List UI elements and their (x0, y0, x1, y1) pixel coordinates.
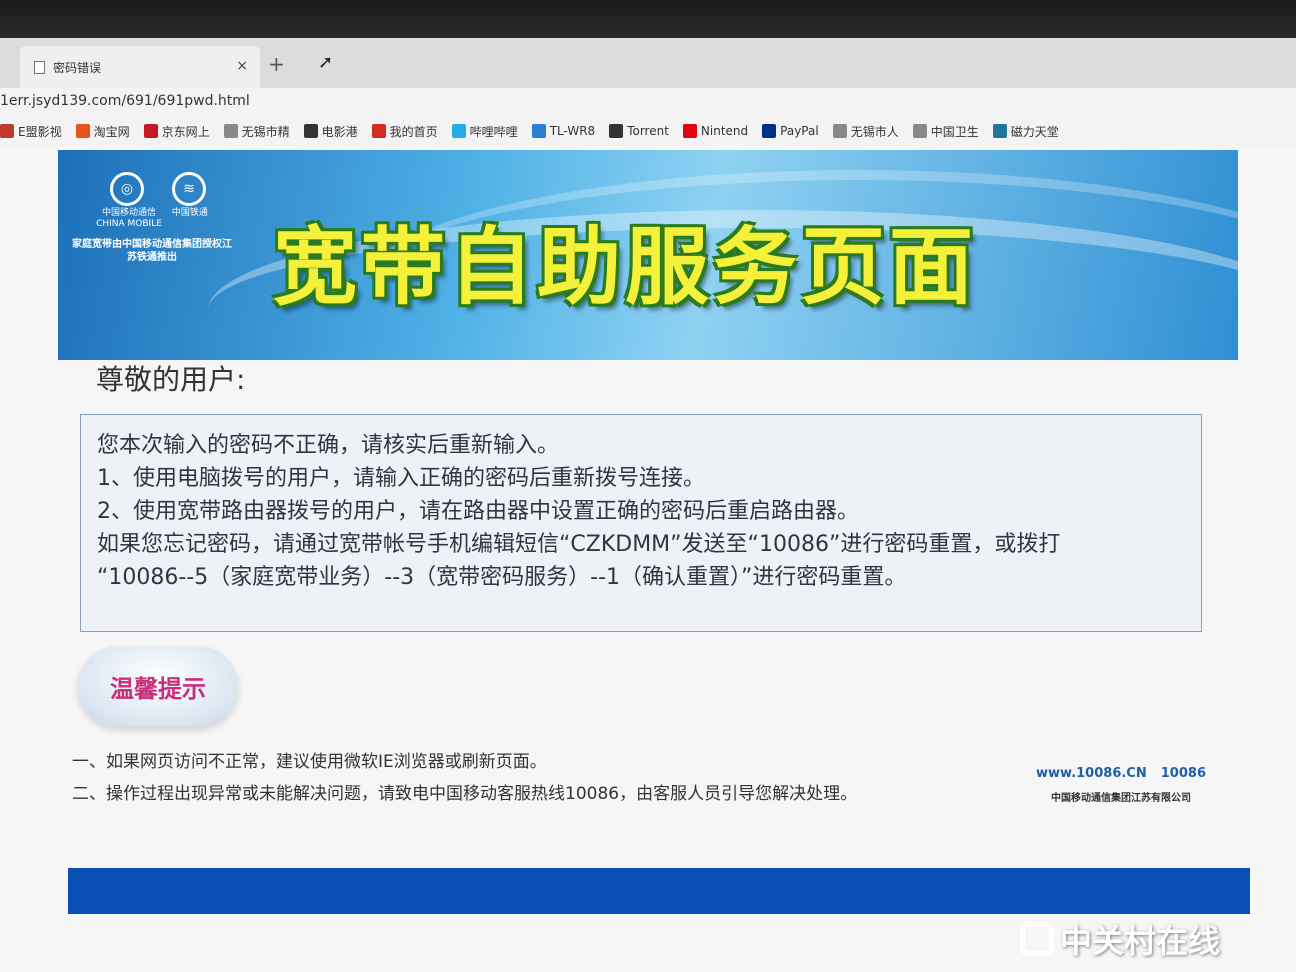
bookmark-label: 中国卫生 (930, 124, 979, 139)
logo-area: ◎ ≋ 中国移动通信 CHINA MOBILE 中国铁通 家庭宽带由中国移动通信… (72, 172, 232, 264)
address-bar[interactable]: 1err.jsyd139.com/691/691pwd.html (0, 88, 1296, 116)
tab-title: 密码错误 (53, 60, 102, 75)
movie-icon (303, 124, 318, 138)
bookmarks-bar: E盟影视 淘宝网 京东网上 无锡市精 电影港 我的首页 哔哩哔哩 TL-WR8 Torrent N… (0, 116, 1296, 146)
page-content: ◎ ≋ 中国移动通信 CHINA MOBILE 中国铁通 家庭宽带由中国移动通信… (0, 146, 1296, 972)
browser-tab[interactable]: 密码错误 × (20, 46, 260, 88)
wordpress-icon (992, 124, 1007, 138)
bookmark-item[interactable]: 淘宝网 (75, 123, 130, 140)
logo2-name: 中国铁通 (171, 208, 208, 218)
message-line: 2、使用宽带路由器拨号的用户，请在路由器中设置正确的密码后重启路由器。 (97, 499, 859, 524)
weibo-icon (371, 124, 386, 138)
china-mobile-logo-icon: ◎ (110, 172, 144, 206)
nintendo-icon (682, 124, 697, 138)
banner: ◎ ≋ 中国移动通信 CHINA MOBILE 中国铁通 家庭宽带由中国移动通信… (58, 150, 1238, 360)
bookmark-label: 我的首页 (389, 124, 438, 139)
china-tietong-logo-icon: ≋ (172, 172, 206, 206)
zol-logo-icon (1020, 922, 1054, 956)
message-line: 如果您忘记密码，请通过宽带帐号手机编辑短信“CZKDMM”发送至“10086”进… (97, 532, 1061, 557)
footer-bar (68, 868, 1250, 914)
bookmark-item[interactable]: 电影港 (303, 123, 358, 140)
bookmark-label: E盟影视 (18, 124, 62, 139)
bookmark-item[interactable]: 我的首页 (371, 123, 438, 140)
bookmark-item[interactable]: 哔哩哔哩 (451, 123, 518, 140)
bookmark-label: 哔哩哔哩 (469, 124, 518, 139)
bookmark-label: Torrent (627, 124, 669, 138)
logo1-name: 中国移动通信 (101, 208, 156, 218)
bookmark-label: TL-WR8 (549, 124, 596, 138)
bookmark-item[interactable]: 磁力天堂 (992, 123, 1059, 140)
bookmark-label: 京东网上 (161, 124, 210, 139)
page-icon (34, 60, 45, 74)
footer-company: 中国移动通信集团江苏有限公司 (1051, 793, 1191, 804)
paypal-icon (762, 124, 777, 138)
monitor-bezel (0, 0, 1296, 40)
page-icon (223, 124, 238, 138)
bookmark-item[interactable]: TL-WR8 (531, 124, 596, 138)
bookmark-item[interactable]: E盟影视 (0, 123, 62, 140)
bookmark-label: Nintend (700, 124, 749, 138)
bookmark-item[interactable]: PayPal (762, 124, 819, 138)
bookmark-label: 无锡市精 (241, 124, 290, 139)
bookmark-item[interactable]: 无锡市精 (223, 123, 290, 140)
bookmark-item[interactable]: Torrent (609, 124, 669, 138)
message-box: 您本次输入的密码不正确，请核实后重新输入。 1、使用电脑拨号的用户，请输入正确的… (80, 414, 1202, 632)
tip-cloud: 温馨提示 (78, 646, 238, 726)
watermark-text: 中关村在线 (1060, 922, 1221, 960)
bookmark-label: 淘宝网 (93, 124, 130, 139)
close-icon[interactable]: × (236, 58, 248, 74)
bilibili-icon (451, 124, 466, 138)
bookmark-item[interactable]: 中国卫生 (912, 123, 979, 140)
tip-title: 温馨提示 (110, 674, 206, 703)
mouse-cursor-icon: ➚ (318, 52, 334, 73)
taobao-icon (75, 124, 90, 138)
logo-caption: 家庭宽带由中国移动通信集团授权江苏铁通推出 (72, 239, 232, 263)
message-line: 您本次输入的密码不正确，请核实后重新输入。 (97, 433, 560, 458)
greeting: 尊敬的用户: (96, 363, 246, 396)
bookmark-label: 无锡市人 (850, 124, 899, 139)
address-text: 1err.jsyd139.com/691/691pwd.html (0, 93, 250, 109)
tab-bar: 密码错误 × + (0, 38, 1296, 88)
bookmark-item[interactable]: 无锡市人 (832, 123, 899, 140)
tip-item: 一、如果网页访问不正常，建议使用微软IE浏览器或刷新页面。 (72, 752, 547, 772)
bookmark-label: PayPal (780, 124, 819, 138)
logo1-en: CHINA MOBILE (96, 219, 162, 229)
tip-item: 二、操作过程出现异常或未能解决问题，请致电中国移动客服热线10086，由客服人员… (72, 784, 858, 804)
new-tab-icon[interactable]: + (268, 52, 285, 76)
tips-list: 一、如果网页访问不正常，建议使用微软IE浏览器或刷新页面。 二、操作过程出现异常… (72, 746, 857, 810)
message-line: 1、使用电脑拨号的用户，请输入正确的密码后重新拨号连接。 (97, 466, 705, 491)
tplink-icon (531, 124, 546, 138)
bookmark-label: 磁力天堂 (1010, 124, 1059, 139)
page-icon (912, 124, 927, 138)
bookmark-label: 电影港 (321, 124, 358, 139)
message-line: “10086--5（家庭宽带业务）--3（宽带密码服务）--1（确认重置）”进行… (97, 565, 907, 590)
watermark: 中关村在线 (1020, 916, 1220, 962)
footer-site: www.10086.CN (1036, 766, 1147, 781)
page-icon (832, 124, 847, 138)
bookmark-item[interactable]: Nintend (682, 124, 749, 138)
footer-logo: www.10086.CN 10086 中国移动通信集团江苏有限公司 (1036, 766, 1206, 804)
film-icon (0, 124, 14, 138)
banner-title: 宽带自助服务页面 (273, 218, 978, 316)
footer-hotline: 10086 (1160, 766, 1206, 781)
bookmark-item[interactable]: 京东网上 (143, 123, 210, 140)
jd-icon (143, 124, 158, 138)
torrent-icon (609, 124, 624, 138)
